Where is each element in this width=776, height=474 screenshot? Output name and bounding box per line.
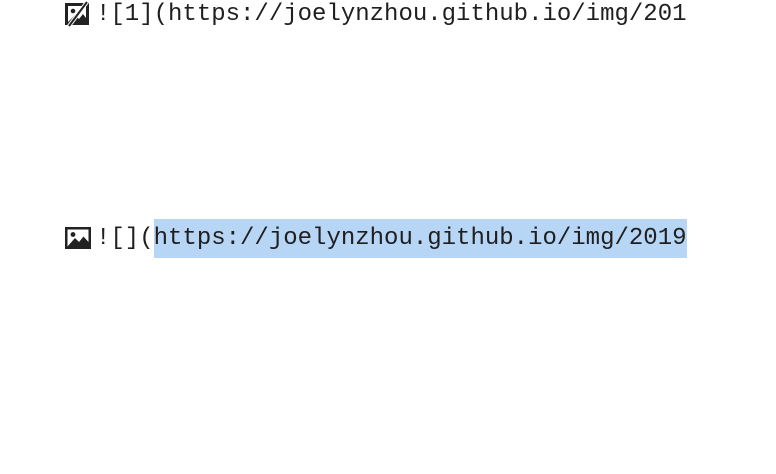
image-markdown-line[interactable]: ![](https://joelynzhou.github.io/img/201… <box>64 218 687 258</box>
selected-url-text[interactable]: https://joelynzhou.github.io/img/2019 <box>153 218 687 258</box>
broken-image-icon <box>64 1 92 27</box>
image-markdown-line[interactable]: ![1](https://joelynzhou.github.io/img/20… <box>64 0 687 34</box>
image-icon <box>64 225 92 251</box>
markdown-editor[interactable]: ![1](https://joelynzhou.github.io/img/20… <box>0 0 776 474</box>
markdown-image-syntax[interactable]: ![1](https://joelynzhou.github.io/img/20… <box>96 1 687 28</box>
markdown-image-prefix[interactable]: ![]( <box>96 225 154 252</box>
